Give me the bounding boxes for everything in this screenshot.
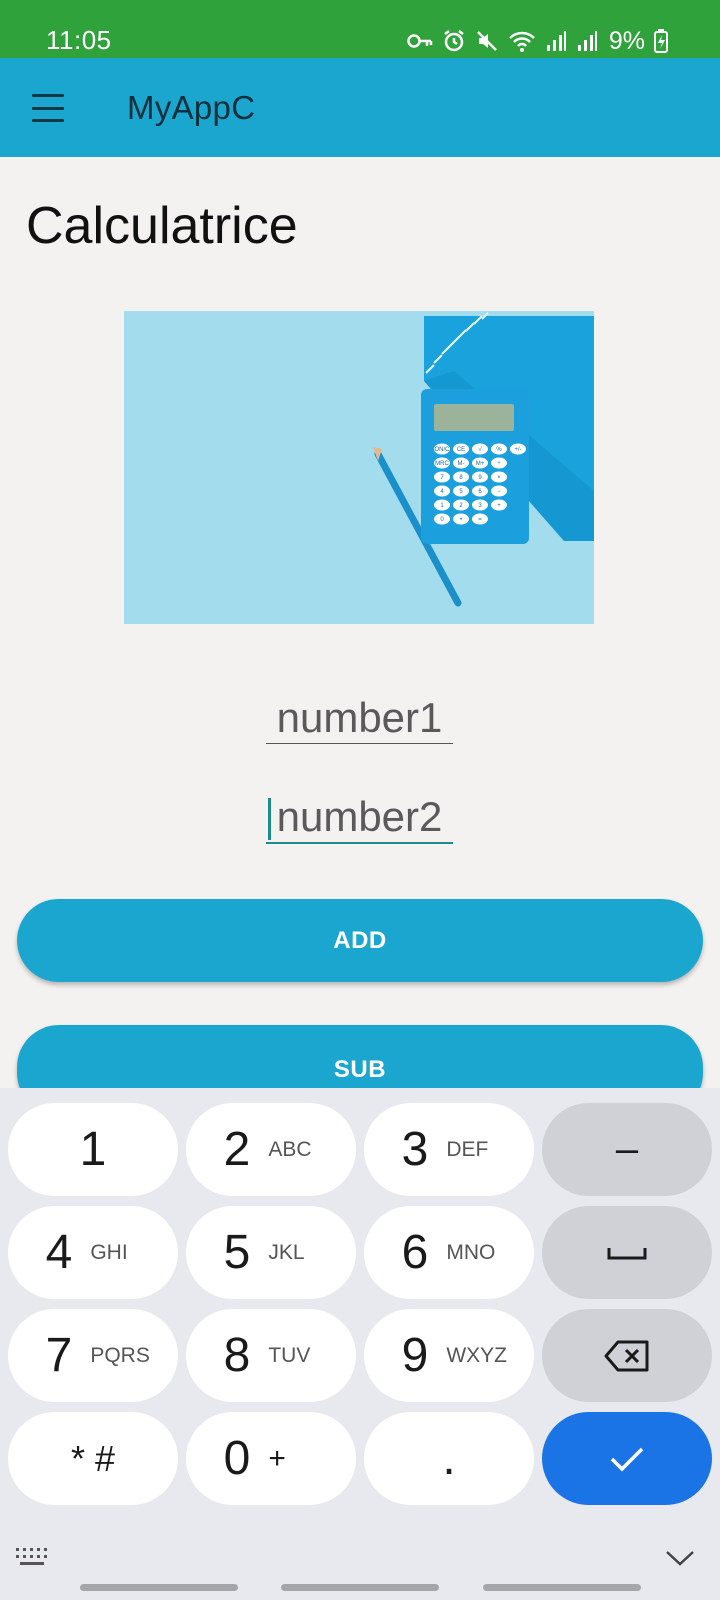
calc-key-label: =: [478, 517, 482, 523]
key-dot-label: .: [442, 1432, 456, 1485]
mute-icon: [476, 31, 497, 51]
key-4-label: 4: [45, 1226, 73, 1279]
wifi-icon: [508, 31, 535, 52]
key-1-label: 1: [79, 1123, 107, 1176]
key-4[interactable]: 4 GHI: [8, 1206, 178, 1299]
key-minus-label: –: [615, 1127, 639, 1171]
battery-percent: 9%: [608, 26, 645, 55]
key-9[interactable]: 9 WXYZ: [364, 1309, 534, 1402]
key-6-letters: MNO: [446, 1240, 496, 1264]
key-8-label: 8: [223, 1329, 251, 1382]
number1-input[interactable]: [266, 692, 453, 744]
key-2[interactable]: 2 ABC: [186, 1103, 356, 1196]
alarm-icon: [444, 30, 464, 52]
calc-key-label: M+: [476, 461, 485, 467]
key-9-letters: WXYZ: [446, 1343, 508, 1367]
page-title: Calculatrice: [26, 197, 298, 255]
calc-key-label: −: [497, 489, 501, 495]
key-dot[interactable]: .: [364, 1412, 534, 1505]
key-3-label: 3: [401, 1123, 429, 1176]
key-0[interactable]: 0 +: [186, 1412, 356, 1505]
calc-key-label: CE: [457, 447, 465, 453]
key-0-label: 0: [223, 1432, 251, 1485]
key-8[interactable]: 8 TUV: [186, 1309, 356, 1402]
app-title: MyAppC: [127, 89, 256, 126]
menu-icon-line: [32, 119, 64, 122]
status-time: 11:05: [46, 25, 112, 55]
menu-icon: [32, 94, 64, 97]
key-8-letters: TUV: [268, 1343, 311, 1367]
key-1[interactable]: 1: [8, 1103, 178, 1196]
signal-icon-1: [546, 31, 566, 51]
keyboard-switch-icon[interactable]: [14, 1546, 50, 1568]
check-icon: [610, 1447, 644, 1471]
space-icon: [607, 1247, 647, 1259]
hide-keyboard-icon[interactable]: [664, 1548, 696, 1568]
key-star-hash[interactable]: * #: [8, 1412, 178, 1505]
key-4-letters: GHI: [90, 1240, 128, 1264]
key-backspace[interactable]: [542, 1309, 712, 1402]
key-space[interactable]: [542, 1206, 712, 1299]
key-7-letters: PQRS: [90, 1343, 150, 1367]
key-9-label: 9: [401, 1329, 429, 1382]
key-done[interactable]: [542, 1412, 712, 1505]
key-0-plus: +: [268, 1441, 286, 1475]
calc-key-label: •: [460, 517, 462, 523]
key-7[interactable]: 7 PQRS: [8, 1309, 178, 1402]
status-icons: 9%: [407, 26, 668, 56]
nav-bar-right[interactable]: [483, 1584, 641, 1591]
calculator-image: ON/C CE √% +/- MRC M- M+ ÷ 7 8 9 × 4 5 6−1 2 3 +0 • =: [124, 311, 594, 624]
backspace-icon: [604, 1340, 649, 1371]
number2-input[interactable]: [266, 792, 453, 844]
calc-key-label: %: [496, 447, 502, 453]
calc-key-label: +: [497, 503, 501, 509]
nav-bar-left[interactable]: [80, 1584, 238, 1591]
key-3-letters: DEF: [446, 1137, 489, 1161]
add-button[interactable]: ADD: [17, 899, 703, 982]
calc-key-label: ON/C: [435, 447, 451, 453]
nav-bar-center[interactable]: [281, 1584, 439, 1591]
signal-icon-2: [577, 31, 597, 51]
calc-key-label: +/-: [514, 447, 521, 453]
battery-charging-icon: [654, 29, 668, 53]
key-5-label: 5: [223, 1226, 251, 1279]
key-5[interactable]: 5 JKL: [186, 1206, 356, 1299]
app-bar: MyAppC: [0, 58, 720, 157]
key-3[interactable]: 3 DEF: [364, 1103, 534, 1196]
key-2-label: 2: [223, 1123, 251, 1176]
key-7-label: 7: [45, 1329, 73, 1382]
menu-button[interactable]: [28, 90, 68, 126]
calc-key-label: MRC: [435, 461, 449, 467]
calc-key-label: ×: [497, 475, 501, 481]
menu-icon-line: [32, 106, 64, 110]
key-6-label: 6: [401, 1226, 429, 1279]
key-icon: [407, 34, 433, 48]
key-2-letters: ABC: [268, 1137, 312, 1161]
key-6[interactable]: 6 MNO: [364, 1206, 534, 1299]
text-cursor: [268, 798, 271, 840]
key-star-hash-label: * #: [70, 1437, 116, 1479]
calc-key-label: M-: [458, 461, 465, 467]
status-bar: 11:05 9%: [0, 0, 720, 58]
key-minus[interactable]: –: [542, 1103, 712, 1196]
key-5-letters: JKL: [268, 1240, 305, 1264]
